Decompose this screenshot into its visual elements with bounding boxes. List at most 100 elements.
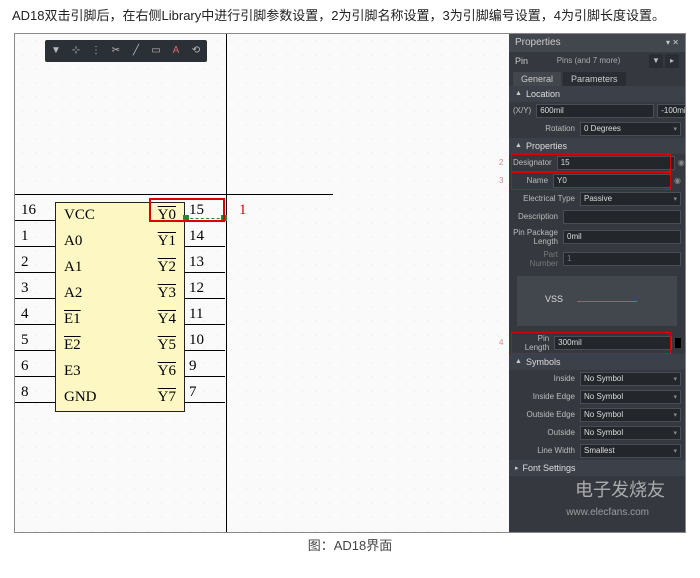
- row-designator: 2 Designator ◉: [509, 154, 685, 172]
- section-location[interactable]: ▲Location: [509, 86, 685, 102]
- partnum-input[interactable]: [563, 252, 681, 266]
- inedge-select[interactable]: No Symbol: [580, 390, 681, 404]
- designator-visible-icon[interactable]: ◉: [678, 158, 685, 167]
- panel-tabs: General Parameters: [509, 70, 685, 86]
- designator-label: Designator: [513, 158, 554, 167]
- anno-2: 2: [499, 158, 503, 167]
- annotation-1-label: 1: [239, 202, 247, 219]
- chip-label-e3: E3: [64, 363, 81, 380]
- schematic-canvas[interactable]: ▼ ⊹ ⋮ ✂ ╱ ▭ A ⟲ 1 VCC A0 A1 A2 E1 E2 E3 …: [15, 34, 509, 532]
- chip-label-a0: A0: [64, 233, 82, 250]
- object-type: Pin: [515, 56, 528, 66]
- rotation-select[interactable]: 0 Degrees: [580, 122, 681, 136]
- chip-label-vcc: VCC: [64, 207, 95, 224]
- electrical-label: Electrical Type: [513, 194, 577, 203]
- tab-parameters[interactable]: Parameters: [563, 72, 626, 86]
- crosshair-v: [226, 34, 227, 532]
- description-input[interactable]: [563, 210, 681, 224]
- pin-12[interactable]: 12: [175, 280, 255, 306]
- outedge-select[interactable]: No Symbol: [580, 408, 681, 422]
- inside-select[interactable]: No Symbol: [580, 372, 681, 386]
- anno-4: 4: [499, 338, 503, 347]
- row-inedge: Inside EdgeNo Symbol: [509, 388, 685, 406]
- name-label: Name: [513, 176, 550, 185]
- row-inside: InsideNo Symbol: [509, 370, 685, 388]
- pinlen-color-icon[interactable]: [675, 338, 681, 348]
- section-font[interactable]: ▸Font Settings: [509, 460, 685, 476]
- pinlen-label: Pin Length: [513, 334, 551, 352]
- figure-caption: 图：AD18界面: [0, 535, 700, 554]
- pin-10[interactable]: 10: [175, 332, 255, 358]
- pin-preview: VSS: [517, 276, 677, 326]
- row-description: Description: [509, 208, 685, 226]
- pkglen-label: Pin Package Length: [513, 228, 560, 246]
- pkglen-input[interactable]: [563, 230, 681, 244]
- watermark-url: www.elecfans.com: [566, 507, 649, 518]
- pin-13[interactable]: 13: [175, 254, 255, 280]
- pin-11[interactable]: 11: [175, 306, 255, 332]
- chip-label-a1: A1: [64, 259, 82, 276]
- filter-icon[interactable]: ▼: [49, 44, 63, 58]
- panel-titlebar[interactable]: Properties ▾ ✕: [509, 34, 685, 52]
- chip-label-a2: A2: [64, 285, 82, 302]
- intro-text: AD18双击引脚后，在右侧Library中进行引脚参数设置，2为引脚名称设置，3…: [0, 0, 700, 31]
- row-linew: Line WidthSmallest: [509, 442, 685, 460]
- undo-icon[interactable]: ⟲: [189, 44, 203, 58]
- chip-label-e1: E1: [64, 311, 81, 328]
- partnum-label: Part Number: [513, 250, 560, 268]
- name-visible-icon[interactable]: ◉: [674, 176, 681, 185]
- description-label: Description: [513, 212, 560, 221]
- canvas-toolbar: ▼ ⊹ ⋮ ✂ ╱ ▭ A ⟲: [45, 40, 207, 62]
- chip-label-y6: Y6: [158, 363, 176, 380]
- filter-button[interactable]: ▼: [649, 54, 663, 68]
- row-xy: (X/Y): [509, 102, 685, 120]
- annotation-1-box: [149, 198, 225, 222]
- line-icon[interactable]: ╱: [129, 44, 143, 58]
- section-properties[interactable]: ▲Properties: [509, 138, 685, 154]
- chip-label-y4: Y4: [158, 311, 176, 328]
- outside-select[interactable]: No Symbol: [580, 426, 681, 440]
- text-icon[interactable]: A: [169, 44, 183, 58]
- row-name: 3 Name ◉: [509, 172, 685, 190]
- rotation-label: Rotation: [513, 124, 577, 133]
- xy-label: (X/Y): [513, 106, 533, 115]
- x-input[interactable]: [536, 104, 654, 118]
- more-button[interactable]: ▸: [665, 54, 679, 68]
- anno-3: 3: [499, 176, 503, 185]
- pin-9[interactable]: 9: [175, 358, 255, 384]
- chip-label-gnd: GND: [64, 389, 97, 406]
- row-outedge: Outside EdgeNo Symbol: [509, 406, 685, 424]
- designator-input[interactable]: [557, 156, 675, 170]
- watermark: 电子发烧友: [575, 476, 665, 502]
- chip-label-y2: Y2: [158, 259, 176, 276]
- name-input[interactable]: [553, 174, 671, 188]
- panel-title-label: Properties: [515, 37, 561, 48]
- chip-label-y3: Y3: [158, 285, 176, 302]
- object-count: Pins (and 7 more): [557, 56, 621, 65]
- properties-panel: Properties ▾ ✕ Pin Pins (and 7 more) ▼▸ …: [509, 34, 685, 532]
- snap-icon[interactable]: ⋮: [89, 44, 103, 58]
- move-icon[interactable]: ⊹: [69, 44, 83, 58]
- linew-select[interactable]: Smallest: [580, 444, 681, 458]
- row-pinlen: 4 Pin Length: [509, 332, 685, 354]
- row-rotation: Rotation 0 Degrees: [509, 120, 685, 138]
- pin-14[interactable]: 14: [175, 228, 255, 254]
- chip-label-y5: Y5: [158, 337, 176, 354]
- y-input[interactable]: [657, 104, 686, 118]
- chip-label-e2: E2: [64, 337, 81, 354]
- preview-line-icon: [577, 301, 637, 302]
- row-pkglen: Pin Package Length: [509, 226, 685, 248]
- section-symbols[interactable]: ▲Symbols: [509, 354, 685, 370]
- pin-7[interactable]: 7: [175, 384, 255, 410]
- row-electrical: Electrical Type Passive: [509, 190, 685, 208]
- rect-icon[interactable]: ▭: [149, 44, 163, 58]
- tab-general[interactable]: General: [513, 72, 561, 86]
- crosshair-h: [15, 194, 333, 195]
- row-partnum: Part Number: [509, 248, 685, 270]
- chip-body[interactable]: VCC A0 A1 A2 E1 E2 E3 GND Y0 Y1 Y2 Y3 Y4…: [55, 202, 185, 412]
- electrical-select[interactable]: Passive: [580, 192, 681, 206]
- pinlen-input[interactable]: [554, 336, 672, 350]
- cut-icon[interactable]: ✂: [109, 44, 123, 58]
- chip-label-y1: Y1: [158, 233, 176, 250]
- chip-label-y7: Y7: [158, 389, 176, 406]
